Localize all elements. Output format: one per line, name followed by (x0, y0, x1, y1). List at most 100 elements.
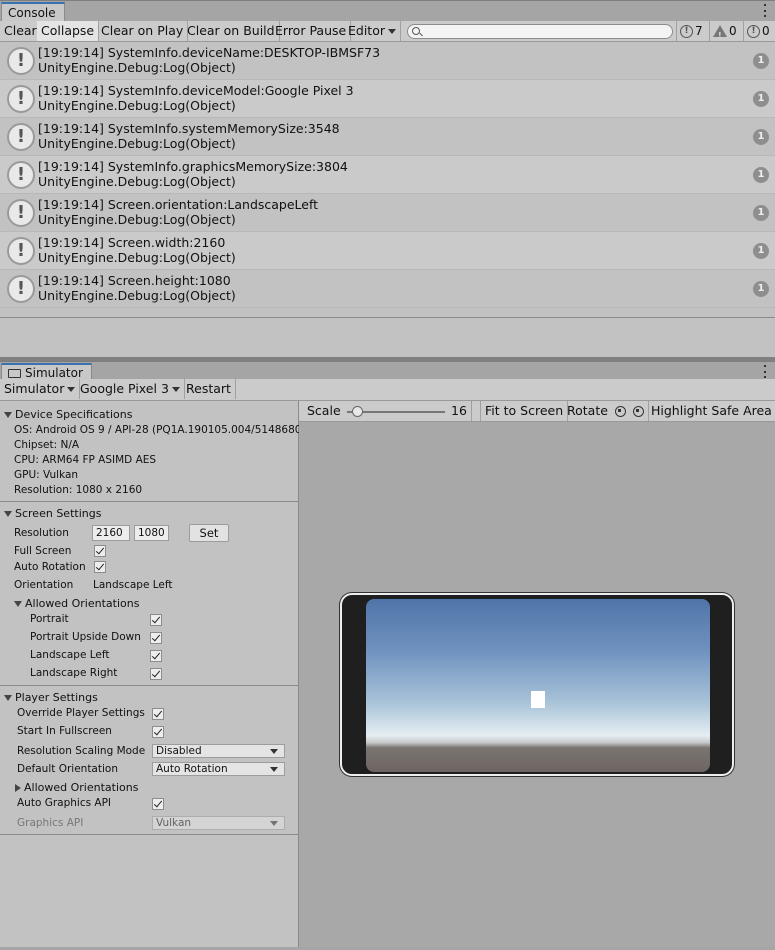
chevron-down-icon (388, 29, 396, 34)
simulator-tabbar: Simulator (0, 361, 775, 381)
log-stack: UnityEngine.Debug:Log(Object) (38, 250, 236, 265)
editor-dropdown[interactable]: Editor (344, 21, 401, 41)
clear-button[interactable]: Clear (0, 21, 42, 41)
portrait-checkbox[interactable] (150, 614, 162, 626)
default-orientation-dropdown[interactable]: Auto Rotation (152, 762, 285, 776)
portrait-label: Portrait (30, 613, 69, 625)
console-menu-icon[interactable] (764, 4, 767, 17)
full-screen-label: Full Screen (14, 545, 72, 557)
rotate-left-icon[interactable] (614, 406, 626, 417)
scale-slider-handle[interactable] (352, 406, 363, 417)
log-stack: UnityEngine.Debug:Log(Object) (38, 136, 236, 151)
scale-label: Scale (307, 403, 341, 418)
log-count-badge: 1 (753, 53, 769, 69)
portrait-upside-down-label: Portrait Upside Down (30, 631, 141, 643)
search-input[interactable] (407, 24, 673, 39)
log-stack: UnityEngine.Debug:Log(Object) (38, 288, 236, 303)
resolution-width-field[interactable]: 2160 (92, 525, 130, 541)
allowed-orientations-header: Allowed Orientations (25, 597, 140, 610)
log-stack: UnityEngine.Debug:Log(Object) (38, 60, 236, 75)
clear-on-play-toggle[interactable]: Clear on Play (97, 21, 189, 41)
warning-filter-toggle[interactable]: 0 (709, 21, 740, 46)
log-message: [19:19:14] SystemInfo.deviceName:DESKTOP… (38, 45, 381, 60)
log-message: [19:19:14] SystemInfo.systemMemorySize:3… (38, 121, 340, 136)
fit-to-screen-button[interactable]: Fit to Screen (480, 401, 569, 421)
info-filter-toggle[interactable]: ! 7 (676, 21, 706, 41)
log-count-badge: 1 (753, 243, 769, 259)
spec-gpu: GPU: Vulkan (14, 469, 79, 481)
foldout-open-icon (4, 510, 12, 517)
portrait-upside-down-checkbox[interactable] (150, 632, 162, 644)
resolution-label: Resolution (14, 527, 69, 539)
device-specs-section: Device Specifications OS: Android OS 9 /… (0, 401, 306, 502)
scaling-mode-dropdown[interactable]: Disabled (152, 744, 285, 758)
full-screen-checkbox[interactable] (94, 545, 106, 557)
auto-rotation-label: Auto Rotation (14, 561, 86, 573)
landscape-left-checkbox[interactable] (150, 650, 162, 662)
log-entry[interactable]: ! [19:19:14] Screen.height:1080 UnityEngi… (0, 270, 775, 308)
graphics-api-label: Graphics API (17, 817, 84, 829)
allowed-orientations-foldout[interactable]: Allowed Orientations (14, 597, 139, 610)
collapse-toggle[interactable]: Collapse (37, 21, 100, 41)
screen-settings-section: Screen Settings Resolution 2160 1080 Set… (0, 502, 299, 686)
rotate-controls: Rotate (563, 401, 649, 421)
player-allowed-orientations-foldout[interactable]: Allowed Orientations (15, 781, 138, 794)
foldout-open-icon (4, 411, 12, 418)
log-detail-area[interactable] (0, 317, 775, 357)
resolution-height-field[interactable]: 1080 (134, 525, 169, 541)
warning-count: 0 (729, 24, 737, 38)
log-count-badge: 1 (753, 91, 769, 107)
console-tabbar: Console (0, 0, 775, 22)
log-entry[interactable]: ! [19:19:14] SystemInfo.deviceModel:Goog… (0, 80, 775, 118)
log-count-badge: 1 (753, 167, 769, 183)
chevron-down-icon (171, 387, 180, 392)
console-tab-label: Console (8, 5, 56, 20)
device-dropdown[interactable]: Google Pixel 3 (76, 379, 185, 399)
log-count-badge: 1 (753, 205, 769, 221)
orientation-label: Orientation (14, 579, 74, 591)
info-count: 7 (695, 24, 703, 38)
rotate-right-icon[interactable] (632, 406, 644, 417)
chevron-down-icon (270, 767, 278, 772)
log-entry[interactable]: ! [19:19:14] SystemInfo.systemMemorySize… (0, 118, 775, 156)
set-resolution-button[interactable]: Set (189, 524, 229, 542)
scale-value[interactable]: 16 (447, 401, 472, 421)
start-fullscreen-checkbox[interactable] (152, 726, 164, 738)
log-entry[interactable]: ! [19:19:14] SystemInfo.deviceName:DESKT… (0, 42, 775, 80)
simulator-toolbar: Simulator Google Pixel 3 Restart (0, 379, 775, 401)
chevron-down-icon (270, 821, 278, 826)
console-toolbar: Clear Collapse Clear on Play Clear on Bu… (0, 21, 775, 46)
log-message: [19:19:14] Screen.width:2160 (38, 235, 226, 250)
log-entry[interactable]: ! [19:19:14] SystemInfo.graphicsMemorySi… (0, 156, 775, 194)
chevron-down-icon (67, 387, 76, 392)
spec-cpu: CPU: ARM64 FP ASIMD AES (14, 454, 157, 466)
auto-rotation-checkbox[interactable] (94, 561, 106, 573)
scaling-mode-label: Resolution Scaling Mode (17, 745, 146, 757)
log-message: [19:19:14] SystemInfo.graphicsMemorySize… (38, 159, 348, 174)
info-icon: ! (7, 47, 35, 75)
auto-graphics-api-checkbox[interactable] (152, 798, 164, 810)
search-icon (412, 27, 420, 35)
mode-dropdown[interactable]: Simulator (0, 379, 81, 399)
log-entry[interactable]: ! [19:19:14] Screen.orientation:Landscap… (0, 194, 775, 232)
override-player-settings-checkbox[interactable] (152, 708, 164, 720)
simulator-menu-icon[interactable] (764, 365, 767, 378)
info-icon: ! (7, 85, 35, 113)
tab-console[interactable]: Console (1, 2, 65, 22)
restart-button[interactable]: Restart (182, 379, 236, 399)
screen-settings-foldout[interactable]: Screen Settings (4, 507, 101, 520)
foldout-closed-icon (15, 783, 21, 792)
player-settings-foldout[interactable]: Player Settings (4, 691, 98, 704)
game-view-screen[interactable] (366, 599, 710, 772)
info-icon: ! (7, 123, 35, 151)
highlight-safe-area-toggle[interactable]: Highlight Safe Area (647, 401, 775, 421)
simulator-settings-panel: Device Specifications OS: Android OS 9 /… (0, 401, 306, 947)
clear-on-build-toggle[interactable]: Clear on Build (183, 21, 280, 41)
log-message: [19:19:14] Screen.orientation:LandscapeL… (38, 197, 319, 212)
log-entry[interactable]: ! [19:19:14] Screen.width:2160 UnityEngin… (0, 232, 775, 270)
error-pause-toggle[interactable]: Error Pause (271, 21, 352, 41)
error-filter-toggle[interactable]: ! 0 (743, 21, 773, 41)
landscape-right-checkbox[interactable] (150, 668, 162, 680)
warning-icon (713, 25, 727, 46)
device-specs-foldout[interactable]: Device Specifications (4, 408, 132, 421)
